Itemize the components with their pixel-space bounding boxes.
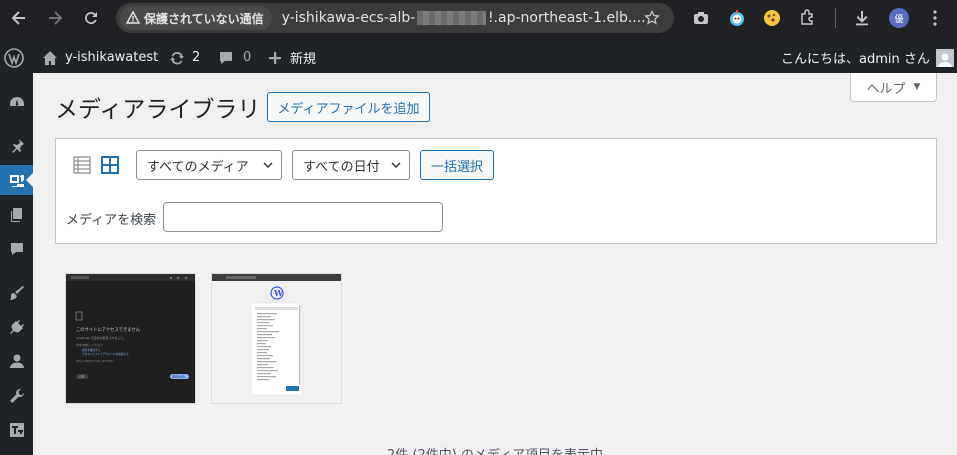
comments-count: 0 <box>243 50 252 65</box>
back-icon[interactable] <box>8 7 30 29</box>
list-view-icon[interactable] <box>72 155 92 175</box>
more-menu-icon[interactable] <box>925 8 945 28</box>
profile-initial: 優 <box>889 8 909 28</box>
users-icon[interactable] <box>0 346 33 376</box>
download-icon[interactable] <box>852 8 872 28</box>
admin-sidebar <box>0 73 33 455</box>
wp-admin-bar: y-ishikawatest 2 0 新規 こんにちは、admin さん <box>0 42 957 73</box>
warning-icon <box>126 11 140 24</box>
error-bullet2: プロキシとファイアウォールを確認する <box>82 352 129 356</box>
site-name: y-ishikawatest <box>65 50 159 65</box>
redacted-region <box>417 11 486 25</box>
error-heading: このサイトにアクセスできません <box>76 327 141 333</box>
posts-pin-icon[interactable] <box>0 131 33 161</box>
greeting-text: こんにちは、admin さん <box>781 52 930 67</box>
url-prefix: y-ishikawa-ecs-alb- <box>281 10 416 26</box>
updates-link[interactable]: 2 <box>168 42 200 73</box>
toolbar-divider <box>835 8 836 28</box>
media-thumbnail-wp-installer[interactable]: W <box>211 273 342 404</box>
media-type-filter[interactable]: すべてのメディア <box>136 150 282 180</box>
url-suffix: !.ap-northeast-1.elb.... <box>487 10 646 26</box>
page-title: メディアライブラリ <box>55 97 261 123</box>
error-code: ERR_CONNECTION_REFUSED <box>76 359 113 363</box>
new-content-link[interactable]: 新規 <box>268 42 316 73</box>
grid-view-icon[interactable] <box>100 155 120 175</box>
updates-count: 2 <box>192 50 201 65</box>
camera-icon[interactable] <box>691 8 711 28</box>
media-count-text: 2件 (2件中) のメディア項目を表示中 <box>33 444 957 455</box>
profile-avatar[interactable]: 優 <box>889 8 909 28</box>
address-bar[interactable]: 保護されていない通信 y-ishikawa-ecs-alb- !.ap-nort… <box>116 3 674 33</box>
wordpress-logo-icon[interactable] <box>4 42 24 73</box>
extensions-puzzle-icon[interactable] <box>798 8 818 28</box>
error-line1: localhost で接続が拒否されました。 <box>76 335 126 340</box>
plus-icon <box>269 51 281 64</box>
help-label: ヘルプ <box>866 81 906 97</box>
site-name-link[interactable]: y-ishikawatest <box>42 42 158 73</box>
media-search-input[interactable] <box>163 202 443 232</box>
error-details-button: 詳細 <box>79 375 85 379</box>
reload-icon[interactable] <box>80 7 102 29</box>
security-label: 保護されていない通信 <box>144 11 264 26</box>
wp-installer-preview: W <box>212 274 341 396</box>
account-menu[interactable]: こんにちは、admin さん <box>781 42 954 73</box>
search-label: メディアを検索 <box>66 213 157 228</box>
media-type-value: すべてのメディア <box>147 159 249 175</box>
error-page-preview: このサイトにアクセスできません localhost で接続が拒否されました。 次… <box>66 274 195 379</box>
security-chip[interactable]: 保護されていない通信 <box>120 6 272 30</box>
comment-icon <box>220 51 232 64</box>
extension-cookie-icon[interactable] <box>762 8 782 28</box>
error-bullet1: 接続を確認する <box>82 348 101 352</box>
updates-icon <box>170 51 184 64</box>
bulk-select-button[interactable]: 一括選択 <box>420 150 494 180</box>
date-filter[interactable]: すべての日付 <box>292 150 410 180</box>
dashboard-icon[interactable] <box>0 87 33 117</box>
caret-down-icon: ▼ <box>913 82 921 92</box>
help-button[interactable]: ヘルプ ▼ <box>850 73 937 102</box>
media-icon[interactable] <box>0 165 33 195</box>
comments-bubble-icon[interactable] <box>0 234 33 264</box>
media-thumbnail-error-page[interactable]: このサイトにアクセスできません localhost で接続が拒否されました。 次… <box>65 273 196 404</box>
chevron-down-icon <box>391 162 401 169</box>
chevron-down-icon <box>263 162 273 169</box>
home-icon <box>43 50 57 65</box>
svg-text:W: W <box>273 288 284 298</box>
error-reload-button: 再読み込み <box>172 375 185 379</box>
url-text: y-ishikawa-ecs-alb- !.ap-northeast-1.elb… <box>282 10 646 26</box>
forward-icon[interactable] <box>44 7 66 29</box>
user-avatar <box>935 48 954 67</box>
add-media-button[interactable]: メディアファイルを追加 <box>267 92 430 122</box>
settings-sliders-icon[interactable] <box>0 415 33 445</box>
pages-icon[interactable] <box>0 200 33 230</box>
comments-link[interactable]: 0 <box>218 42 251 73</box>
tools-wrench-icon[interactable] <box>0 381 33 411</box>
error-line2: 次をお試しください <box>76 342 103 347</box>
date-filter-value: すべての日付 <box>303 159 380 175</box>
extension-face-icon[interactable] <box>727 8 747 28</box>
new-label: 新規 <box>290 52 317 67</box>
browser-toolbar: 保護されていない通信 y-ishikawa-ecs-alb- !.ap-nort… <box>0 0 957 36</box>
plugins-icon[interactable] <box>0 312 33 342</box>
bookmark-star-icon[interactable] <box>644 10 660 26</box>
appearance-brush-icon[interactable] <box>0 278 33 308</box>
